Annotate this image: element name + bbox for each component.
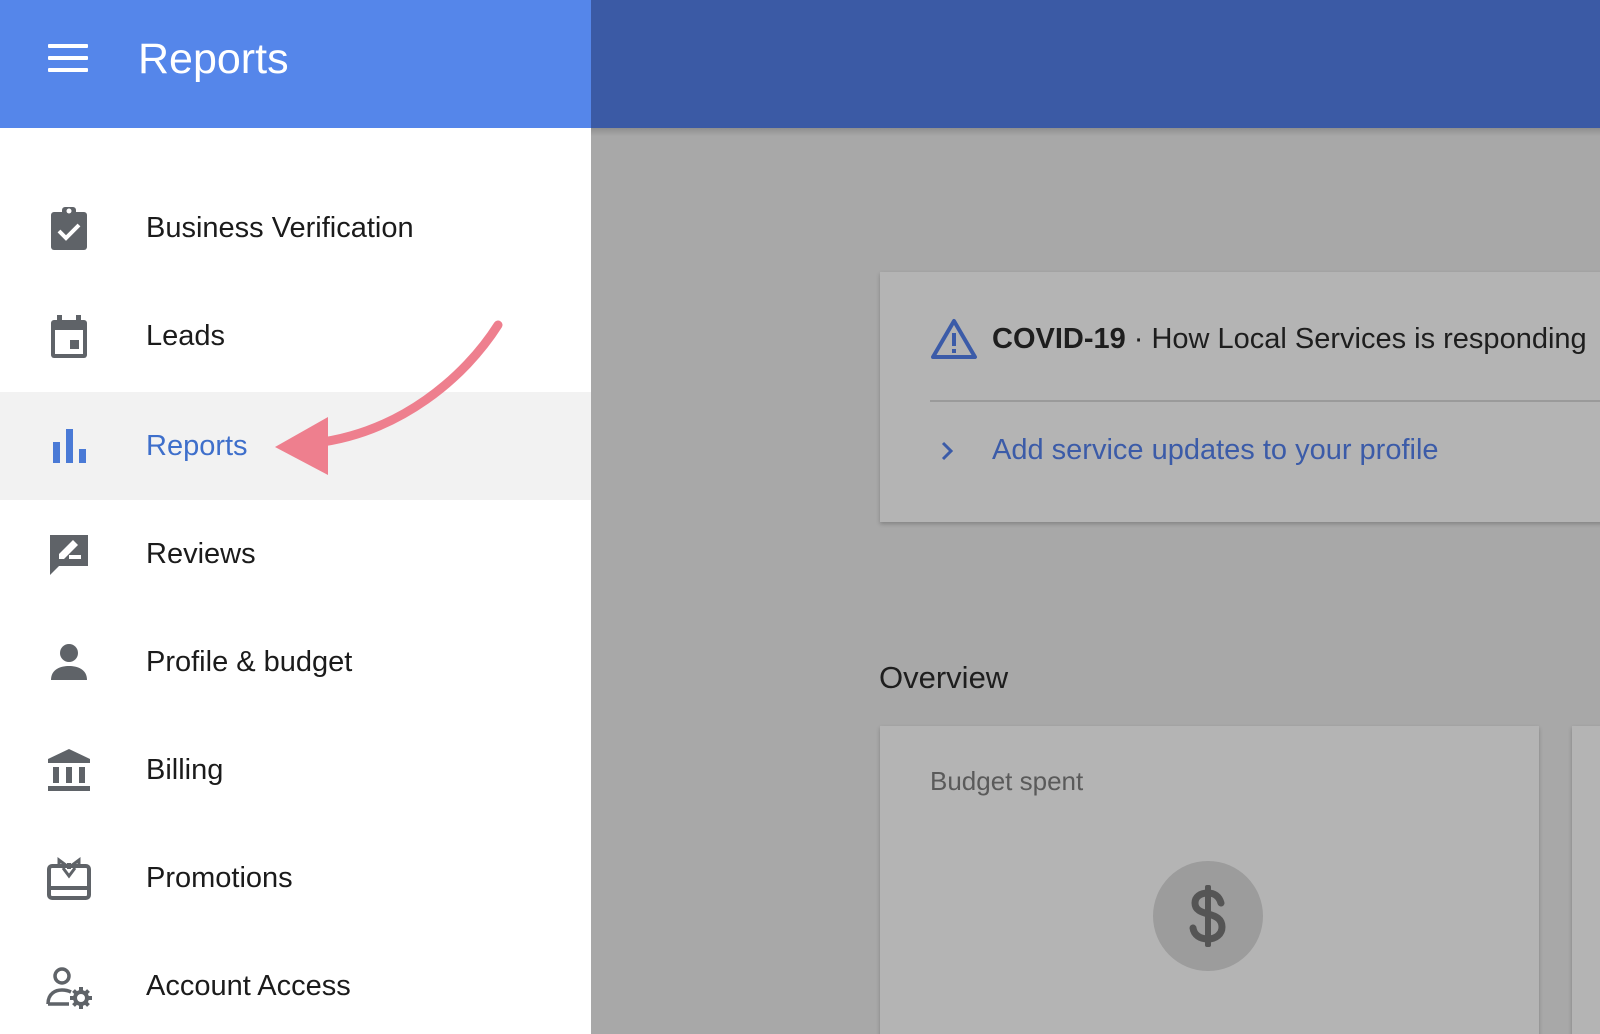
dollar-icon bbox=[1153, 861, 1263, 971]
covid-notice-header: COVID-19 · How Local Services is respond… bbox=[930, 314, 1587, 364]
bar-chart-icon bbox=[45, 422, 93, 470]
nav-item-business-verification[interactable]: Business Verification bbox=[0, 174, 591, 282]
nav-item-label: Account Access bbox=[146, 969, 351, 1002]
covid-notice-card: COVID-19 · How Local Services is respond… bbox=[880, 272, 1600, 522]
nav-item-label: Reviews bbox=[146, 537, 256, 570]
next-overview-card[interactable] bbox=[1572, 726, 1600, 1034]
warning-icon bbox=[930, 318, 978, 360]
budget-spent-label: Budget spent bbox=[930, 766, 1084, 796]
nav-item-account-access[interactable]: Account Access bbox=[0, 932, 591, 1034]
person-icon bbox=[45, 638, 93, 686]
drawer-title: Reports bbox=[138, 35, 289, 83]
nav-item-label: Profile & budget bbox=[146, 645, 353, 678]
calendar-icon bbox=[45, 312, 93, 360]
nav-item-label: Reports bbox=[146, 429, 248, 462]
covid-card-divider bbox=[930, 400, 1600, 402]
nav-item-reviews[interactable]: Reviews bbox=[0, 500, 591, 608]
nav-item-label: Billing bbox=[146, 753, 224, 786]
clipboard-check-icon bbox=[45, 204, 93, 252]
nav-item-reports[interactable]: Reports bbox=[0, 392, 591, 500]
navigation-drawer: Reports Business Verification Leads Repo… bbox=[0, 0, 591, 1034]
covid-separator: · bbox=[1133, 322, 1144, 355]
drawer-header: Reports bbox=[0, 0, 591, 128]
budget-spent-card[interactable]: Budget spent bbox=[880, 726, 1539, 1034]
covid-subtitle: How Local Services is responding bbox=[1151, 322, 1587, 355]
nav-item-profile-budget[interactable]: Profile & budget bbox=[0, 608, 591, 716]
rate-review-icon bbox=[45, 530, 93, 578]
nav-item-label: Leads bbox=[146, 319, 226, 352]
nav-item-promotions[interactable]: Promotions bbox=[0, 824, 591, 932]
nav-item-leads[interactable]: Leads bbox=[0, 282, 591, 390]
add-service-updates-label: Add service updates to your profile bbox=[992, 434, 1439, 466]
chevron-right-icon bbox=[941, 441, 954, 460]
covid-title: COVID-19 bbox=[992, 322, 1126, 355]
hamburger-menu-icon[interactable] bbox=[48, 44, 90, 76]
main-header-shadow bbox=[591, 128, 1600, 136]
nav-item-label: Promotions bbox=[146, 861, 293, 894]
nav-item-label: Business Verification bbox=[146, 211, 414, 244]
person-gear-icon bbox=[45, 962, 93, 1010]
add-service-updates-link[interactable]: Add service updates to your profile bbox=[932, 434, 1439, 467]
nav-item-billing[interactable]: Billing bbox=[0, 716, 591, 824]
overview-heading: Overview bbox=[879, 660, 1009, 695]
gift-card-icon bbox=[45, 854, 93, 902]
bank-icon bbox=[45, 746, 93, 794]
